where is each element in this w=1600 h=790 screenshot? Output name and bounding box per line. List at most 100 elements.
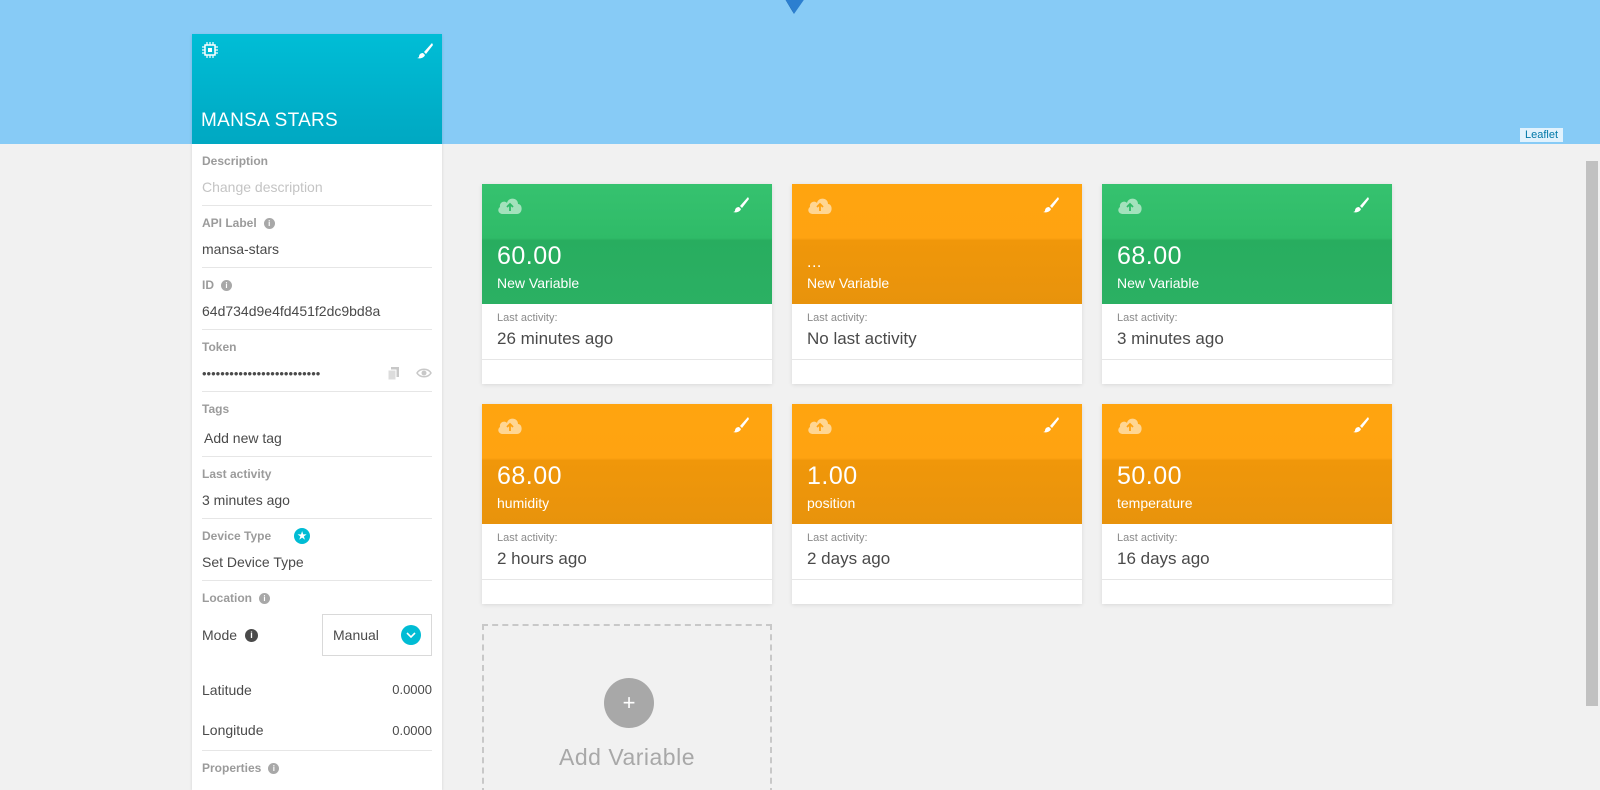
variable-value: 68.00 <box>1117 242 1183 270</box>
api-label-input[interactable]: mansa-stars <box>202 241 432 257</box>
chevron-down-icon[interactable] <box>401 625 421 645</box>
latitude-input[interactable]: 0.0000 <box>392 682 432 697</box>
add-tag-input[interactable]: Add new tag <box>204 430 432 446</box>
location-label: Location <box>202 591 252 605</box>
variable-value: 50.00 <box>1117 462 1183 490</box>
cloud-upload-icon <box>498 198 522 214</box>
device-name[interactable]: MANSA STARS <box>201 110 338 132</box>
description-field: Description Change description <box>202 144 432 206</box>
api-label-field: API Label i mansa-stars <box>202 206 432 268</box>
device-type-label: Device Type <box>202 529 272 543</box>
latitude-row: Latitude 0.0000 <box>202 669 432 710</box>
variable-card-header[interactable]: 50.00 temperature <box>1102 404 1392 524</box>
device-header: MANSA STARS <box>192 34 442 144</box>
variable-name: temperature <box>1117 495 1193 511</box>
id-value: 64d734d9e4fd451f2dc9bd8a <box>202 303 381 319</box>
longitude-row: Longitude 0.0000 <box>202 710 432 751</box>
cloud-upload-icon <box>808 418 832 434</box>
description-input[interactable]: Change description <box>202 179 432 195</box>
token-label: Token <box>202 340 237 354</box>
last-activity-value: 2 hours ago <box>497 549 587 568</box>
info-icon[interactable]: i <box>221 279 232 291</box>
star-icon[interactable]: ★ <box>294 528 311 544</box>
add-variable-button[interactable]: + <box>604 678 654 728</box>
edit-variable-brush-icon[interactable] <box>732 196 750 214</box>
variable-name: New Variable <box>807 275 890 291</box>
mode-row: Mode i Manual <box>202 607 432 656</box>
variable-name: humidity <box>497 495 550 511</box>
device-type-input[interactable]: Set Device Type <box>202 554 432 570</box>
edit-variable-brush-icon[interactable] <box>1352 416 1370 434</box>
cloud-upload-icon <box>1118 418 1142 434</box>
edit-variable-brush-icon[interactable] <box>732 416 750 434</box>
mode-select[interactable]: Manual <box>322 614 432 656</box>
description-label: Description <box>202 154 269 168</box>
variable-card-header[interactable]: 60.00 New Variable <box>482 184 772 304</box>
page-scrollbar[interactable] <box>1583 144 1600 790</box>
variable-card-header[interactable]: 68.00 humidity <box>482 404 772 524</box>
token-field: Token •••••••••••••••••••••••••• <box>202 330 432 392</box>
eye-icon[interactable] <box>416 365 432 381</box>
edit-device-brush-icon[interactable] <box>416 42 434 60</box>
variable-name: New Variable <box>497 275 580 291</box>
location-field: Location i <box>202 581 432 607</box>
last-activity-label: Last activity: <box>497 312 558 324</box>
last-activity-value: 2 days ago <box>807 549 891 568</box>
variable-card-header[interactable]: ... New Variable <box>792 184 1082 304</box>
last-activity-field: Last activity 3 minutes ago <box>202 457 432 519</box>
variable-card[interactable]: 60.00 New Variable Last activity: 26 min… <box>482 184 772 384</box>
last-activity-value: 3 minutes ago <box>202 492 290 508</box>
add-variable-label[interactable]: Add Variable <box>484 744 770 771</box>
variable-name: New Variable <box>1117 275 1200 291</box>
id-field: ID i 64d734d9e4fd451f2dc9bd8a <box>202 268 432 330</box>
info-icon[interactable]: i <box>245 628 259 642</box>
last-activity-value: No last activity <box>807 329 917 348</box>
edit-variable-brush-icon[interactable] <box>1352 196 1370 214</box>
last-activity-label: Last activity: <box>1117 312 1178 324</box>
copy-icon[interactable] <box>386 365 402 381</box>
chip-icon <box>202 42 218 58</box>
info-icon[interactable]: i <box>263 217 275 229</box>
properties-label: Properties <box>202 761 262 775</box>
variable-card[interactable]: ... New Variable Last activity: No last … <box>792 184 1082 384</box>
variable-card[interactable]: 1.00 position Last activity: 2 days ago <box>792 404 1082 604</box>
variable-value: 1.00 <box>807 462 858 490</box>
mode-select-value: Manual <box>333 627 379 643</box>
tags-label: Tags <box>202 402 230 416</box>
last-activity-value: 16 days ago <box>1117 549 1210 568</box>
longitude-input[interactable]: 0.0000 <box>392 723 432 738</box>
last-activity-label: Last activity <box>202 467 272 481</box>
map-marker-icon[interactable] <box>782 0 808 18</box>
variable-card-header[interactable]: 68.00 New Variable <box>1102 184 1392 304</box>
add-variable-card[interactable]: + Add Variable <box>482 624 772 790</box>
last-activity-label: Last activity: <box>807 312 868 324</box>
variable-card[interactable]: 68.00 New Variable Last activity: 3 minu… <box>1102 184 1392 384</box>
variable-value: 60.00 <box>497 242 563 270</box>
last-activity-label: Last activity: <box>1117 532 1178 544</box>
last-activity-value: 3 minutes ago <box>1117 329 1224 348</box>
latitude-label: Latitude <box>202 681 252 698</box>
cloud-upload-icon <box>1118 198 1142 214</box>
api-label-label: API Label <box>202 216 257 230</box>
cloud-upload-icon <box>808 198 832 214</box>
edit-variable-brush-icon[interactable] <box>1042 416 1060 434</box>
variable-name: position <box>807 495 856 511</box>
variable-card-header[interactable]: 1.00 position <box>792 404 1082 524</box>
edit-variable-brush-icon[interactable] <box>1042 196 1060 214</box>
cloud-upload-icon <box>498 418 522 434</box>
info-icon[interactable]: i <box>268 762 280 774</box>
mode-label: Mode <box>202 627 238 643</box>
last-activity-label: Last activity: <box>497 532 558 544</box>
last-activity-label: Last activity: <box>807 532 868 544</box>
last-activity-value: 26 minutes ago <box>497 329 614 348</box>
token-value: •••••••••••••••••••••••••• <box>202 365 321 381</box>
properties-field: Properties i <box>202 751 432 787</box>
device-panel: MANSA STARS Description Change descripti… <box>192 34 442 790</box>
device-type-field: Device Type ★ Set Device Type <box>202 519 432 581</box>
variable-card[interactable]: 50.00 temperature Last activity: 16 days… <box>1102 404 1392 604</box>
info-icon[interactable]: i <box>259 592 270 604</box>
leaflet-attribution-link[interactable]: Leaflet <box>1519 128 1563 142</box>
variable-card[interactable]: 68.00 humidity Last activity: 2 hours ag… <box>482 404 772 604</box>
variable-value: 68.00 <box>497 462 563 490</box>
scrollbar-thumb[interactable] <box>1586 161 1598 706</box>
